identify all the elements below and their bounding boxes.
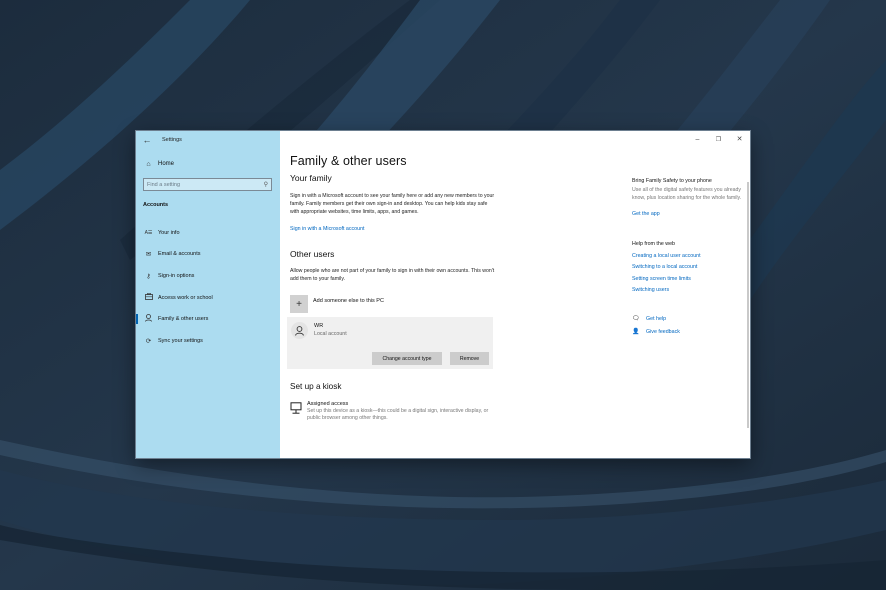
window-controls: – ❐ ✕ xyxy=(687,131,750,147)
give-feedback-label: Give feedback xyxy=(646,329,680,336)
sidebar-item-sign-in-options[interactable]: ⚷ Sign-in options xyxy=(136,265,280,287)
get-help-label: Get help xyxy=(646,316,667,323)
assigned-access-description: Set up this device as a kiosk—this could… xyxy=(307,408,489,422)
get-help-icon: 🗨 xyxy=(632,315,640,322)
user-name: WR xyxy=(314,323,324,330)
restore-icon: ❐ xyxy=(715,136,722,143)
remove-button[interactable]: Remove xyxy=(450,352,489,366)
person-icon xyxy=(143,314,154,324)
help-link[interactable]: Switching to a local account xyxy=(632,264,742,270)
sync-icon: ⟳ xyxy=(145,337,152,345)
sidebar-item-label: Sign-in options xyxy=(158,272,195,279)
get-help-link[interactable]: 🗨 Get help xyxy=(632,314,742,323)
family-safety-description: Use all of the digital safety features y… xyxy=(632,187,742,201)
mail-icon: ✉ xyxy=(145,251,152,259)
home-icon: ⌂ xyxy=(146,160,151,168)
sidebar-item-label: Email & accounts xyxy=(158,251,201,258)
help-link[interactable]: Creating a local user account xyxy=(632,253,742,259)
your-family-description: Sign in with a Microsoft account to see … xyxy=(290,193,495,216)
sidebar-item-label: Access work or school xyxy=(158,294,213,301)
maximize-button[interactable]: ❐ xyxy=(708,131,729,147)
sidebar-item-label: Family & other users xyxy=(158,316,209,323)
user-account-type: Local account xyxy=(314,331,347,338)
app-title: Settings xyxy=(162,137,182,143)
search-input[interactable] xyxy=(147,181,264,188)
sidebar-home[interactable]: ⌂ Home xyxy=(136,157,280,171)
add-someone-label: Add someone else to this PC xyxy=(313,298,384,305)
sidebar-nav: A☰ Your info ✉ Email & accounts ⚷ Sign-i… xyxy=(136,222,280,352)
title-bar: ← Settings xyxy=(136,131,280,149)
kiosk-heading: Set up a kiosk xyxy=(290,382,342,392)
sidebar-item-your-info[interactable]: A☰ Your info xyxy=(136,222,280,244)
other-users-description: Allow people who are not part of your fa… xyxy=(290,267,495,282)
close-icon: ✕ xyxy=(736,136,743,143)
search-icon[interactable]: ⚲ xyxy=(264,181,268,188)
sidebar-item-email-accounts[interactable]: ✉ Email & accounts xyxy=(136,244,280,266)
sign-in-microsoft-link[interactable]: Sign in with a Microsoft account xyxy=(290,226,365,232)
your-info-icon: A☰ xyxy=(144,229,153,236)
get-the-app-link[interactable]: Get the app xyxy=(632,211,660,217)
close-button[interactable]: ✕ xyxy=(729,131,750,147)
sidebar-home-label: Home xyxy=(158,161,175,167)
change-account-type-button[interactable]: Change account type xyxy=(372,352,442,366)
assigned-access-title: Assigned access xyxy=(307,401,349,408)
user-card[interactable]: WR Local account Change account type Rem… xyxy=(287,317,493,370)
scrollbar[interactable] xyxy=(747,182,749,428)
help-links: Creating a local user account Switching … xyxy=(632,253,742,294)
plus-icon: + xyxy=(290,295,308,314)
briefcase-icon xyxy=(143,293,154,302)
sidebar-item-sync-settings[interactable]: ⟳ Sync your settings xyxy=(136,330,280,352)
related-panel: Bring Family Safety to your phone Use al… xyxy=(632,178,742,335)
main-content: Family & other users Your family Sign in… xyxy=(287,154,495,423)
other-users-heading: Other users xyxy=(290,248,335,259)
help-link[interactable]: Setting screen time limits xyxy=(632,276,742,282)
your-family-heading: Your family xyxy=(290,173,332,183)
page-title: Family & other users xyxy=(290,154,407,168)
sidebar-item-access-work[interactable]: Access work or school xyxy=(136,287,280,309)
sidebar-item-family-other-users[interactable]: Family & other users xyxy=(136,308,280,330)
sidebar-item-label: Sync your settings xyxy=(158,337,203,344)
sidebar-item-label: Your info xyxy=(158,229,180,236)
user-avatar-icon xyxy=(295,325,304,336)
feedback-icon: 👤 xyxy=(632,328,640,335)
content-pane: – ❐ ✕ Family & other users Your family S… xyxy=(280,131,750,458)
back-arrow-icon: ← xyxy=(142,135,152,145)
sidebar-section-label: Accounts xyxy=(143,202,169,208)
help-link[interactable]: Switching users xyxy=(632,287,742,293)
search-box[interactable]: ⚲ xyxy=(143,178,272,191)
help-heading: Help from the web xyxy=(632,241,675,248)
assigned-access-item[interactable]: Assigned access Set up this device as a … xyxy=(290,401,495,423)
minimize-button[interactable]: – xyxy=(687,131,708,147)
back-button[interactable]: ← xyxy=(137,131,157,149)
add-someone-button[interactable]: + Add someone else to this PC xyxy=(290,295,495,314)
give-feedback-link[interactable]: 👤 Give feedback xyxy=(632,327,742,336)
key-icon: ⚷ xyxy=(146,272,151,280)
avatar xyxy=(291,322,308,340)
sidebar: ← Settings ⌂ Home ⚲ Accounts A☰ Your inf… xyxy=(136,131,280,458)
kiosk-icon xyxy=(290,401,302,423)
settings-window: ← Settings ⌂ Home ⚲ Accounts A☰ Your inf… xyxy=(136,131,750,458)
family-safety-heading: Bring Family Safety to your phone xyxy=(632,178,712,184)
minimize-icon: – xyxy=(695,135,700,143)
